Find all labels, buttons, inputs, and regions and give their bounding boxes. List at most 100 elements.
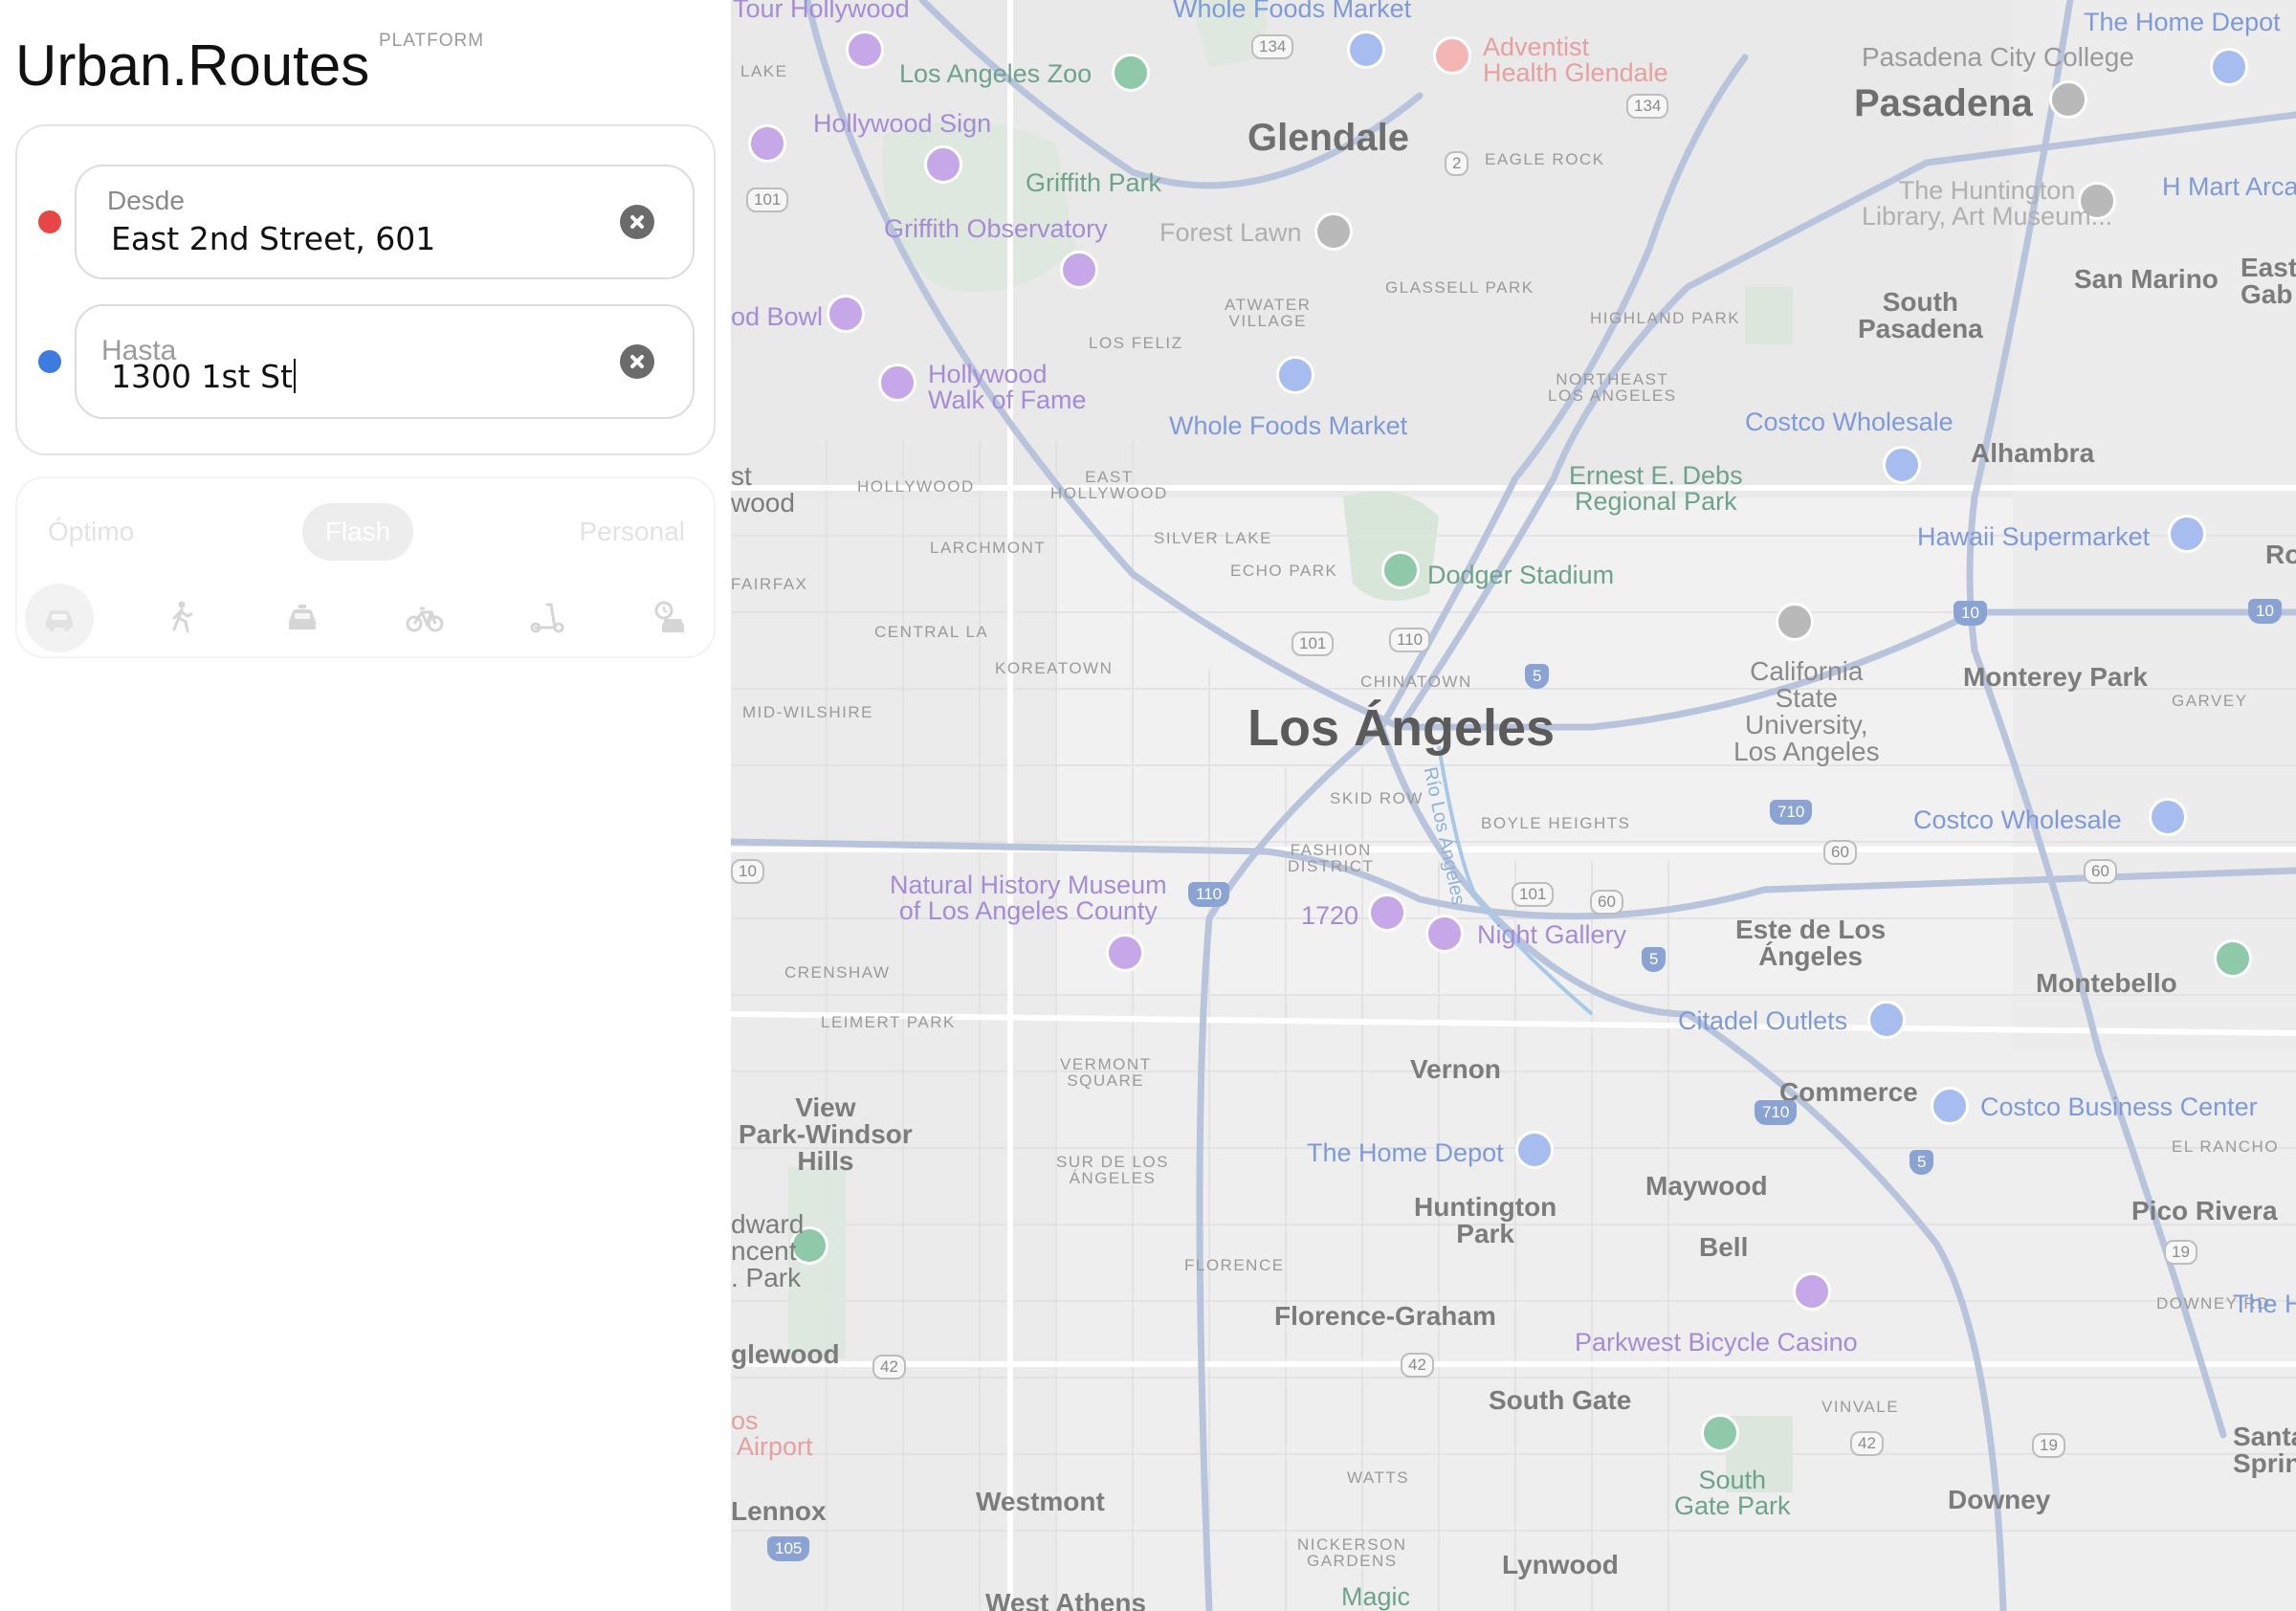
map-label-east-hollywood: EAST HOLLYWOOD (1050, 468, 1168, 502)
vehicle-bike-button[interactable] (390, 584, 459, 652)
poi-pin-griffith-park-icon[interactable] (924, 145, 962, 184)
shield-5b: 5 (1642, 947, 1667, 972)
map-label-huntington-park: Huntington Park (1414, 1192, 1557, 1248)
poi-pin-csula-icon[interactable] (1776, 603, 1814, 641)
poi-pin-park-east-icon[interactable] (2214, 939, 2252, 978)
map-label-monterey-park: Monterey Park (1963, 662, 2148, 692)
map-label-el-rancho: EL RANCHO (2172, 1137, 2280, 1156)
vehicle-drive-clock-button[interactable] (635, 584, 704, 652)
shield-10c: 10 (731, 859, 764, 884)
modes-card: Óptimo Flash Personal (15, 476, 716, 658)
poi-pin-walk-of-fame-icon[interactable] (878, 364, 916, 402)
poi-pin-1720-icon[interactable] (1368, 894, 1406, 932)
map-label-la-zoo: Los Angeles Zoo (899, 59, 1093, 88)
map-label-hollywood-bowl: od Bowl (731, 302, 824, 331)
shield-5c: 5 (1910, 1150, 1934, 1175)
shield-101c: 101 (1512, 882, 1555, 907)
map-label-larchmont: LARCHMONT (930, 539, 1047, 557)
poi-pin-whole-foods-icon[interactable] (1347, 31, 1385, 69)
poi-pin-griffith-observatory-icon[interactable] (1060, 251, 1098, 289)
poi-pin-zoo-icon[interactable] (1112, 54, 1150, 92)
map-label-bell: Bell (1699, 1232, 1749, 1262)
map-label-glendale: Glendale (1247, 117, 1409, 159)
map-label-home-depot-top: The Home Depot (2084, 8, 2281, 36)
clear-from-icon[interactable] (620, 205, 654, 239)
shield-19a: 19 (2164, 1240, 2197, 1265)
logo-text-routes: Routes (188, 33, 370, 98)
map-label-santa-fe: Santa F Spring (2233, 1422, 2296, 1478)
poi-pin-hospital-icon[interactable] (1433, 36, 1471, 75)
map-label-florence: FLORENCE (1184, 1256, 1285, 1274)
poi-pin-south-gate-park-icon[interactable] (1701, 1414, 1739, 1452)
map-label-griffith-park: Griffith Park (1026, 168, 1162, 197)
poi-pin-costco-business-icon[interactable] (1931, 1087, 1969, 1125)
poi-pin-pcc-icon[interactable] (2049, 80, 2087, 119)
shield-42c: 42 (1850, 1431, 1884, 1456)
shield-101b: 101 (1292, 631, 1335, 656)
route-to-row: Hasta 1300 1st St (17, 304, 714, 419)
map-label-los-angeles: Los Ángeles (1247, 699, 1556, 757)
map-view[interactable]: Los Ángeles Glendale Pasadena Pasadena C… (731, 0, 2296, 1611)
shield-110: 110 (1389, 628, 1431, 652)
vehicle-car-button[interactable] (25, 584, 94, 652)
tab-personal[interactable]: Personal (579, 503, 685, 561)
vehicle-taxi-button[interactable] (268, 584, 337, 652)
to-field-value[interactable]: 1300 1st St (111, 358, 296, 395)
map-label-view-park: View Park-Windsor Hills (739, 1092, 913, 1176)
map-label-northeast-la: NORTHEAST LOS ANGELES (1548, 370, 1677, 405)
map-label-leimert-park: LEIMERT PARK (821, 1013, 956, 1031)
poi-pin-citadel-icon[interactable] (1867, 1001, 1906, 1039)
map-label-tour-hollywood: Tour Hollywood (733, 0, 910, 23)
app-logo: Urban.Routes (15, 33, 369, 99)
map-label-forest-lawn: Forest Lawn (1159, 218, 1302, 247)
map-label-lynwood: Lynwood (1502, 1550, 1619, 1579)
walk-icon (172, 601, 193, 633)
clear-to-icon[interactable] (620, 344, 654, 379)
map-label-fashion-district: FASHION DISTRICT (1288, 841, 1375, 875)
map-label-east-gab: East Gab (2241, 253, 2296, 309)
map-label-highland-park: HIGHLAND PARK (1590, 309, 1741, 327)
map-label-west-athens: West Athens (985, 1588, 1147, 1611)
poi-pin-tour-hollywood-icon[interactable] (846, 31, 884, 69)
to-field[interactable]: Hasta 1300 1st St (75, 304, 695, 419)
from-field-value[interactable]: East 2nd Street, 601 (111, 220, 435, 257)
map-label-inglewood: glewood (731, 1339, 840, 1369)
from-field[interactable]: Desde East 2nd Street, 601 (75, 165, 695, 279)
poi-pin-casino-icon[interactable] (1793, 1272, 1831, 1311)
poi-pin-home-depot-icon[interactable] (2210, 48, 2248, 86)
poi-pin-nhm-icon[interactable] (1106, 934, 1144, 972)
map-label-commerce: Commerce (1779, 1077, 1918, 1107)
poi-pin-home-depot-2-icon[interactable] (1515, 1131, 1554, 1169)
poi-pin-forest-lawn-icon[interactable] (1314, 212, 1353, 251)
map-label-the-h: The H (2233, 1290, 2296, 1318)
poi-pin-whole-foods-2-icon[interactable] (1276, 356, 1314, 394)
map-label-echo-park: ECHO PARK (1230, 562, 1338, 580)
platform-label: PLATFORM (379, 31, 485, 51)
poi-pin-hollywood-bowl-icon[interactable] (827, 295, 865, 333)
map-label-eagle-rock: EAGLE ROCK (1485, 150, 1605, 168)
map-label-pcc: Pasadena City College (1862, 42, 2134, 72)
poi-pin-costco-2-icon[interactable] (2149, 798, 2187, 836)
tab-optimo[interactable]: Óptimo (48, 503, 134, 561)
shield-60c: 60 (1590, 890, 1623, 915)
poi-pin-dodger-stadium-icon[interactable] (1381, 551, 1420, 589)
shield-42a: 42 (872, 1355, 906, 1379)
route-from-row: Desde East 2nd Street, 601 (17, 165, 714, 279)
route-card: Desde East 2nd Street, 601 Hasta 1300 1s… (15, 124, 716, 455)
map-label-montebello: Montebello (2036, 968, 2177, 998)
map-label-hollywood: HOLLYWOOD (857, 477, 975, 496)
map-label-huntington-library: The Huntington Library, Art Museum... (1862, 176, 2113, 231)
text-caret (293, 359, 296, 393)
map-label-pasadena: Pasadena (1854, 82, 2033, 124)
tab-flash[interactable]: Flash (302, 503, 413, 561)
poi-pin-hawaii-supermarket-icon[interactable] (2168, 515, 2206, 553)
poi-pin-costco-icon[interactable] (1883, 446, 1921, 484)
map-label-fairfax: FAIRFAX (731, 575, 808, 593)
map-label-night-gallery: Night Gallery (1477, 920, 1627, 949)
vehicle-scooter-button[interactable] (513, 584, 582, 652)
vehicle-walk-button[interactable] (147, 584, 216, 652)
map-label-sur-de-los-angeles: SUR DE LOS ÁNGELES (1056, 1153, 1169, 1187)
poi-pin-night-gallery-icon[interactable] (1425, 915, 1464, 953)
map-label-costco-business: Costco Business Center (1980, 1092, 2258, 1121)
poi-pin-hollywood-sign-icon[interactable] (748, 124, 786, 163)
